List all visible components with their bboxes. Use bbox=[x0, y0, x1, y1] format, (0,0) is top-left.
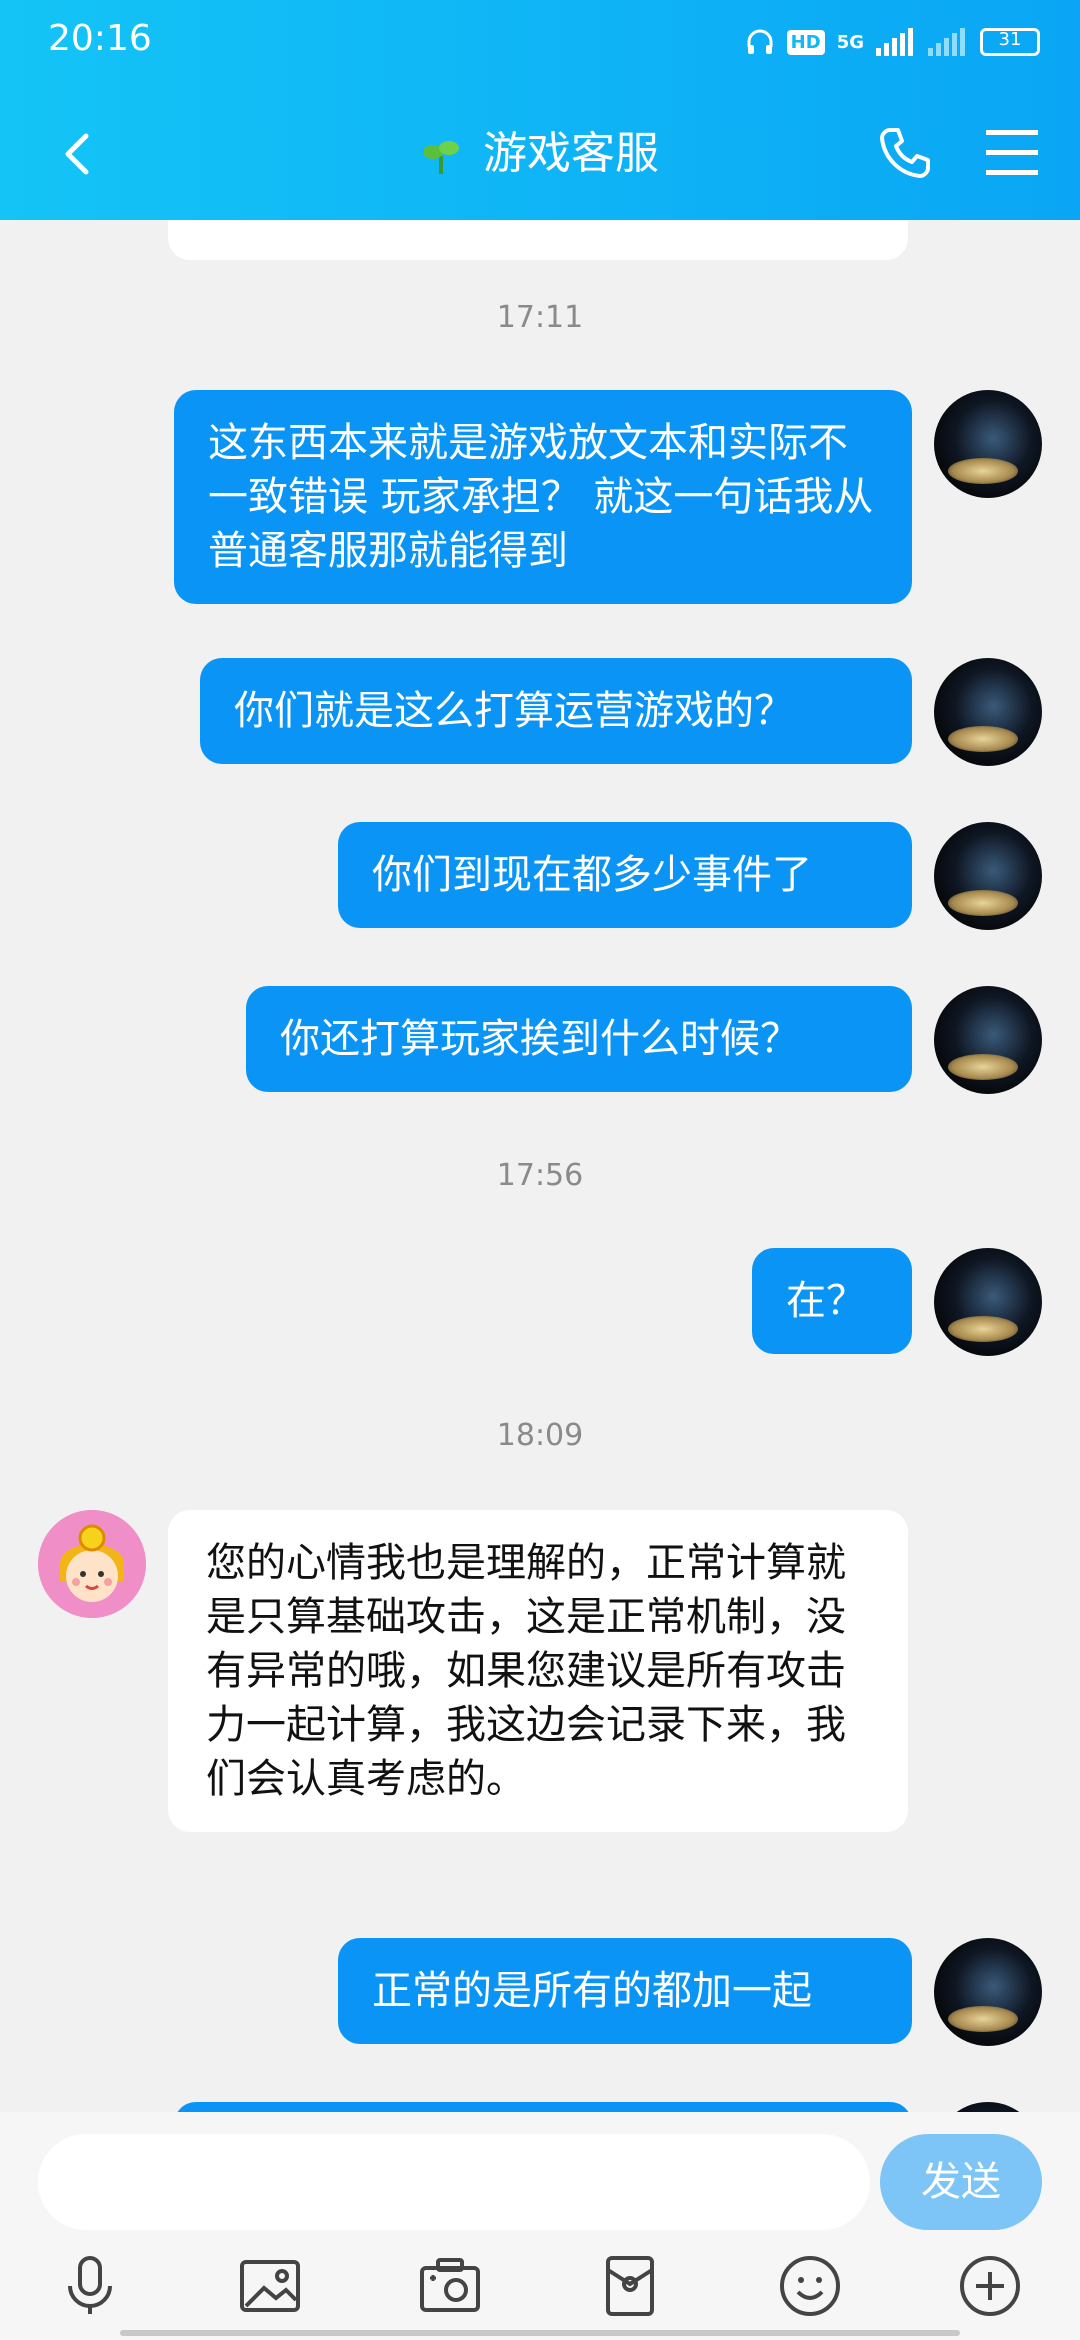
red-packet-icon[interactable] bbox=[596, 2252, 664, 2320]
message-bubble-outgoing[interactable]: 你们到现在都多少事件了 bbox=[338, 822, 912, 928]
toolbar bbox=[0, 2232, 1080, 2340]
avatar-me[interactable] bbox=[934, 986, 1042, 1094]
home-indicator bbox=[120, 2330, 960, 2336]
network-label: 5G bbox=[836, 31, 864, 53]
battery-level: 31 bbox=[998, 29, 1022, 50]
message-text: 你们到现在都多少事件了 bbox=[372, 852, 812, 898]
input-bar: 发送 bbox=[0, 2112, 1080, 2232]
message-text: 在？ bbox=[786, 1278, 866, 1324]
message-bubble-incoming[interactable]: 您的心情我也是理解的，正常计算就是只算基础攻击，这是正常机制，没有异常的哦，如果… bbox=[168, 1510, 908, 1832]
avatar-me[interactable] bbox=[934, 1938, 1042, 2046]
chat-area[interactable]: 17:11 这东西本来就是游戏放文本和实际不一致错误 玩家承担？ 就这一句话我从… bbox=[0, 220, 1080, 2112]
message-bubble-outgoing[interactable]: 在？ bbox=[752, 1248, 912, 1354]
timestamp: 17:11 bbox=[496, 300, 584, 335]
send-button[interactable]: 发送 bbox=[880, 2134, 1042, 2230]
avatar-me bbox=[934, 2102, 1042, 2112]
image-icon[interactable] bbox=[236, 2252, 304, 2320]
message-text: 你们就是这么打算运营游戏的？ bbox=[234, 688, 794, 734]
headphones-icon bbox=[747, 29, 773, 54]
header: 20:16 HD 5G 31 游戏客服 bbox=[0, 0, 1080, 220]
message-input[interactable] bbox=[38, 2134, 870, 2230]
emoji-icon[interactable] bbox=[776, 2252, 844, 2320]
previous-message-bubble bbox=[168, 220, 908, 260]
camera-icon[interactable] bbox=[416, 2252, 484, 2320]
message-text: 正常的是所有的都加一起 bbox=[372, 1968, 812, 2014]
avatar-me[interactable] bbox=[934, 1248, 1042, 1356]
hd-badge: HD bbox=[786, 29, 825, 55]
message-bubble-outgoing[interactable]: 正常的是所有的都加一起 bbox=[338, 1938, 912, 2044]
status-bar: 20:16 HD 5G 31 bbox=[0, 0, 1080, 84]
message-text: 您的心情我也是理解的，正常计算就是只算基础攻击，这是正常机制，没有异常的哦，如果… bbox=[206, 1540, 846, 1802]
service-avatar-icon bbox=[38, 1510, 146, 1618]
status-time: 20:16 bbox=[48, 18, 152, 59]
mic-icon[interactable] bbox=[56, 2252, 124, 2320]
phone-icon[interactable] bbox=[876, 124, 932, 180]
avatar-me[interactable] bbox=[934, 658, 1042, 766]
message-text: 你还打算玩家挨到什么时候？ bbox=[280, 1016, 800, 1062]
battery-icon: 31 bbox=[980, 28, 1040, 56]
avatar-service[interactable] bbox=[38, 1510, 146, 1618]
chat-title: 游戏客服 bbox=[483, 128, 659, 179]
signal-icon bbox=[876, 28, 913, 56]
avatar-me[interactable] bbox=[934, 390, 1042, 498]
signal2-icon bbox=[928, 28, 965, 56]
message-text: 这东西本来就是游戏放文本和实际不一致错误 玩家承担？ 就这一句话我从普通客服那就… bbox=[208, 420, 874, 574]
timestamp: 18:09 bbox=[496, 1418, 584, 1453]
status-icons: HD 5G 31 bbox=[745, 22, 1040, 62]
plus-icon[interactable] bbox=[956, 2252, 1024, 2320]
message-bubble-outgoing[interactable]: 你们就是这么打算运营游戏的？ bbox=[200, 658, 912, 764]
sprout-icon bbox=[423, 141, 459, 174]
message-bubble-outgoing[interactable]: 你还打算玩家挨到什么时候？ bbox=[246, 986, 912, 1092]
avatar-me[interactable] bbox=[934, 822, 1042, 930]
menu-icon[interactable] bbox=[984, 126, 1040, 178]
timestamp: 17:56 bbox=[496, 1158, 584, 1193]
next-message-bubble bbox=[174, 2102, 912, 2112]
message-bubble-outgoing[interactable]: 这东西本来就是游戏放文本和实际不一致错误 玩家承担？ 就这一句话我从普通客服那就… bbox=[174, 390, 912, 604]
nav-bar: 游戏客服 bbox=[0, 100, 1080, 210]
